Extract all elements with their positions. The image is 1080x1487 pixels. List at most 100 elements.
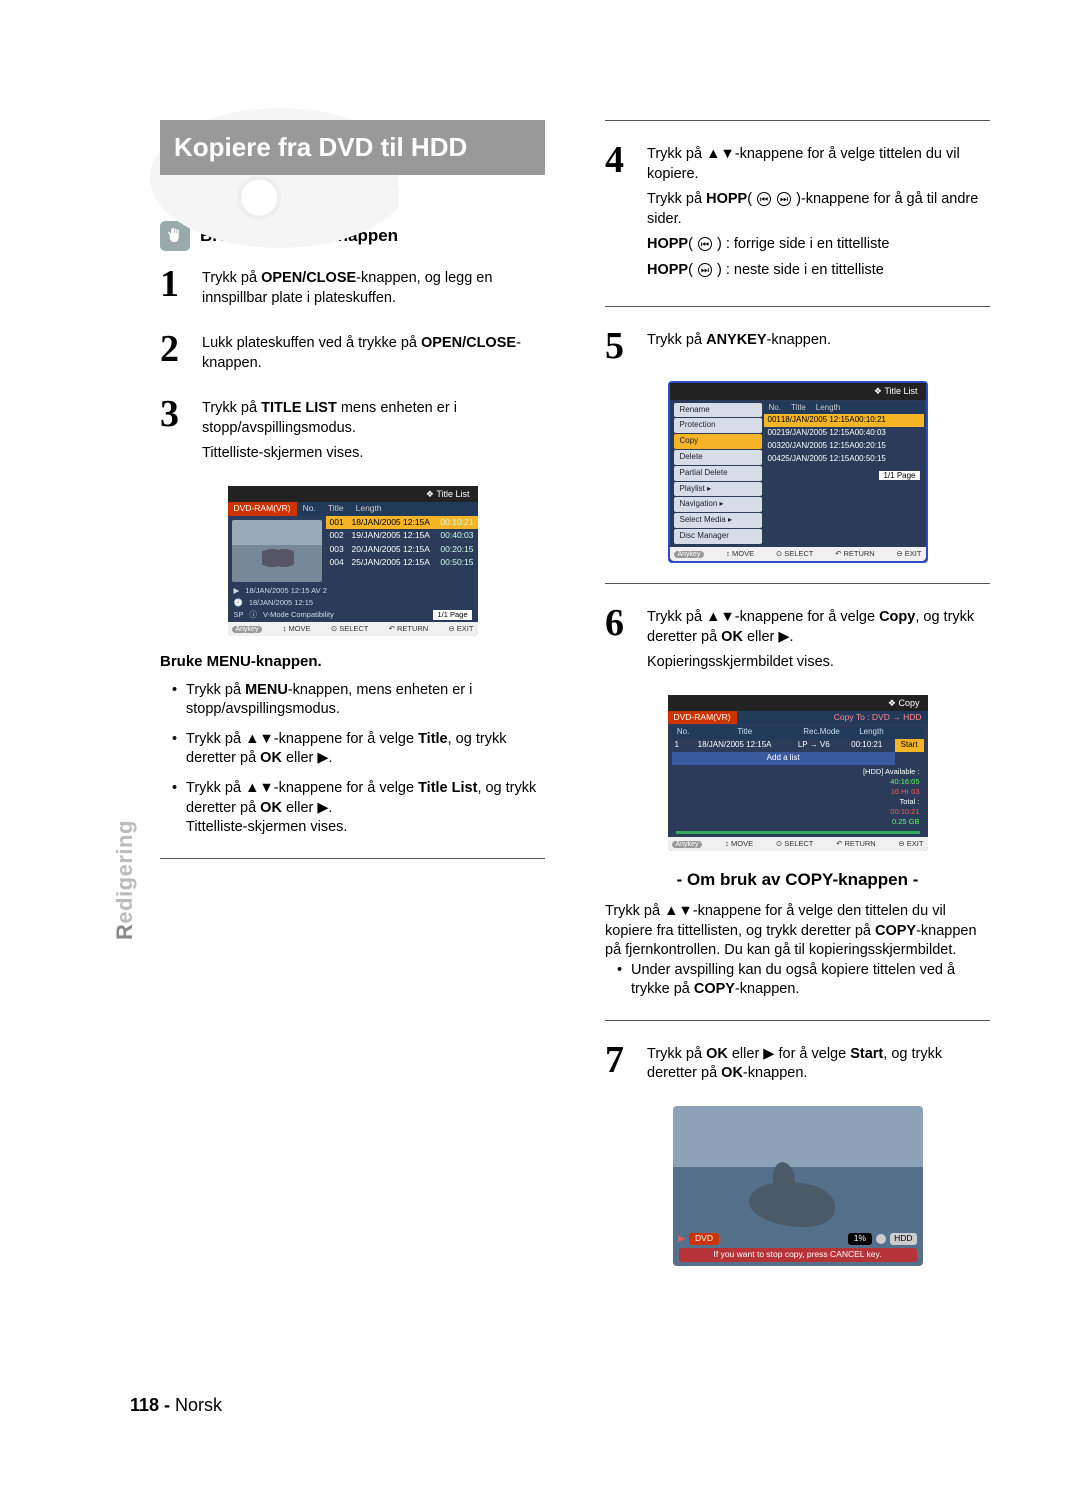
step-number: 3 xyxy=(160,395,190,470)
right-column: 4 Trykk på ▲▼-knappene for å velge titte… xyxy=(605,120,990,1266)
footer-select: SELECT xyxy=(339,624,368,633)
step-body: Trykk på OPEN/CLOSE-knappen, og legg en … xyxy=(202,265,545,314)
col-length: Length xyxy=(350,502,388,515)
add-list-button[interactable]: Add a list xyxy=(672,752,895,765)
divider xyxy=(605,306,990,307)
value: 00:10:21 xyxy=(890,807,919,816)
skip-fwd-icon: ⏭ xyxy=(777,192,791,206)
menu-item[interactable]: Navigation ▸ xyxy=(674,497,762,512)
osd-preview xyxy=(232,520,322,582)
osd-menu-list: Rename Protection Copy Delete Partial De… xyxy=(672,402,764,545)
text: Trykk på ▲▼-knappene for å velge tittele… xyxy=(647,145,990,184)
list-row[interactable]: 002 19/JAN/2005 12:15A 00:40:03 xyxy=(764,427,924,440)
label: Navigation xyxy=(680,499,718,508)
footer-move: MOVE xyxy=(289,624,311,633)
menu-item[interactable]: Protection xyxy=(674,418,762,433)
divider xyxy=(605,583,990,584)
osd-meta: 18/JAN/2005 12:15 AV 2 xyxy=(245,586,327,596)
list-row[interactable]: 00118/JAN/2005 12:15A00:10:21 xyxy=(326,516,478,529)
chevron-right-icon: ▸ xyxy=(728,515,732,524)
step-body: Trykk på OK eller ▶ for å velge Start, o… xyxy=(647,1041,990,1090)
text: : neste side i en tittelliste xyxy=(722,262,884,278)
col: Title xyxy=(786,402,811,415)
osd-media-badge: DVD-RAM(VR) xyxy=(228,502,297,515)
bold: HOPP xyxy=(706,191,747,207)
step-body: Lukk plateskuffen ved å trykke på OPEN/C… xyxy=(202,330,545,379)
left-column: Kopiere fra DVD til HDD Bruke Title List… xyxy=(160,120,545,1266)
step-7: 7 Trykk på OK eller ▶ for å velge Start,… xyxy=(605,1041,990,1090)
cell: 001 xyxy=(330,517,352,528)
col: Title xyxy=(695,726,795,739)
page-num: 118 - xyxy=(130,1395,175,1415)
cell: 001 xyxy=(768,415,781,426)
label: Playlist xyxy=(680,484,705,493)
osd-copy-screen: ❖ Copy DVD-RAM(VR) Copy To : DVD → HDD N… xyxy=(668,695,928,851)
step-6: 6 Trykk på ▲▼-knappene for å velge Copy,… xyxy=(605,604,990,679)
progress-bar xyxy=(676,831,920,834)
anykey-chip: Anykey xyxy=(232,626,263,633)
chevron-right-icon: ▸ xyxy=(707,484,711,493)
bold: COPY xyxy=(875,923,916,939)
bold: MENU xyxy=(245,682,288,698)
list-row[interactable]: 00219/JAN/2005 12:15A00:40:03 xyxy=(326,529,478,542)
text: Trykk på xyxy=(202,400,261,416)
bold: OK xyxy=(260,750,282,766)
text: eller ▶. xyxy=(282,750,333,766)
text: eller ▶ for å velge xyxy=(728,1046,850,1062)
bold: OK xyxy=(260,800,282,816)
osd-meta: 18/JAN/2005 12:15 xyxy=(249,598,313,608)
col-title: Title xyxy=(322,502,350,515)
label: Total : xyxy=(899,797,919,806)
cell: 004 xyxy=(330,557,352,568)
menu-item[interactable]: Select Media ▸ xyxy=(674,513,762,528)
menu-item[interactable]: Disc Manager xyxy=(674,529,762,544)
list-row[interactable]: 001 18/JAN/2005 12:15A 00:10:21 xyxy=(764,414,924,427)
side-tab: Redigering xyxy=(110,820,140,940)
cancel-message: If you want to stop copy, press CANCEL k… xyxy=(679,1248,917,1261)
cell: 00:10:21 xyxy=(855,415,886,426)
value: 40:16:05 xyxy=(890,777,919,786)
text: Trykk på xyxy=(647,332,706,348)
step-body: Trykk på TITLE LIST mens enheten er i st… xyxy=(202,395,545,470)
page-lang: Norsk xyxy=(175,1395,222,1415)
bold: OK xyxy=(721,629,743,645)
anykey-chip: Anykey xyxy=(672,841,703,848)
divider xyxy=(160,858,545,859)
osd-page: 1/1 Page xyxy=(879,471,919,480)
table-row[interactable]: 1 18/JAN/2005 12:15A LP → V6 00:10:21 St… xyxy=(672,739,924,752)
menu-item[interactable]: Delete xyxy=(674,450,762,465)
side-tab-first: R xyxy=(112,924,137,940)
menu-item[interactable]: Partial Delete xyxy=(674,466,762,481)
dolphin-image xyxy=(749,1154,869,1244)
step-3: 3 Trykk på TITLE LIST mens enheten er i … xyxy=(160,395,545,470)
list-row[interactable]: 00425/JAN/2005 12:15A00:50:15 xyxy=(326,556,478,569)
menu-item[interactable]: Rename xyxy=(674,403,762,418)
cell: 19/JAN/2005 12:15A xyxy=(352,530,441,541)
copy-bullets: Under avspilling kan du også kopiere tit… xyxy=(605,961,990,1000)
step-number: 5 xyxy=(605,327,635,365)
list-row[interactable]: 003 20/JAN/2005 12:15A 00:20:15 xyxy=(764,440,924,453)
anykey-chip: Anykey xyxy=(674,551,705,558)
list-row[interactable]: 00320/JAN/2005 12:15A00:20:15 xyxy=(326,543,478,556)
menu-bullets: Trykk på MENU-knappen, mens enheten er i… xyxy=(160,681,545,838)
bold: OPEN/CLOSE xyxy=(261,270,356,286)
skip-fwd-icon: ⏭ xyxy=(698,263,712,277)
footer-return: RETURN xyxy=(844,839,875,848)
cell: 003 xyxy=(330,544,352,555)
shot-statusbar: ▶ DVD 1% HDD xyxy=(679,1232,917,1246)
cell: 19/JAN/2005 12:15A xyxy=(781,428,855,439)
osd-media-badge: DVD-RAM(VR) xyxy=(668,711,737,724)
menu-item-copy[interactable]: Copy xyxy=(674,434,762,449)
cell: 25/JAN/2005 12:15A xyxy=(352,557,441,568)
osd-page: 1/1 Page xyxy=(433,610,471,620)
rec-indicator-icon xyxy=(876,1234,886,1244)
text: -knappen. xyxy=(767,332,832,348)
menu-item[interactable]: Playlist ▸ xyxy=(674,482,762,497)
cell: 18/JAN/2005 12:15A xyxy=(781,415,855,426)
col: Length xyxy=(848,726,895,739)
bold: Title List xyxy=(418,780,477,796)
start-button[interactable]: Start xyxy=(895,739,924,752)
list-row[interactable]: 004 25/JAN/2005 12:15A 00:50:15 xyxy=(764,453,924,466)
text: Trykk på xyxy=(647,191,706,207)
footer-exit: EXIT xyxy=(907,839,924,848)
